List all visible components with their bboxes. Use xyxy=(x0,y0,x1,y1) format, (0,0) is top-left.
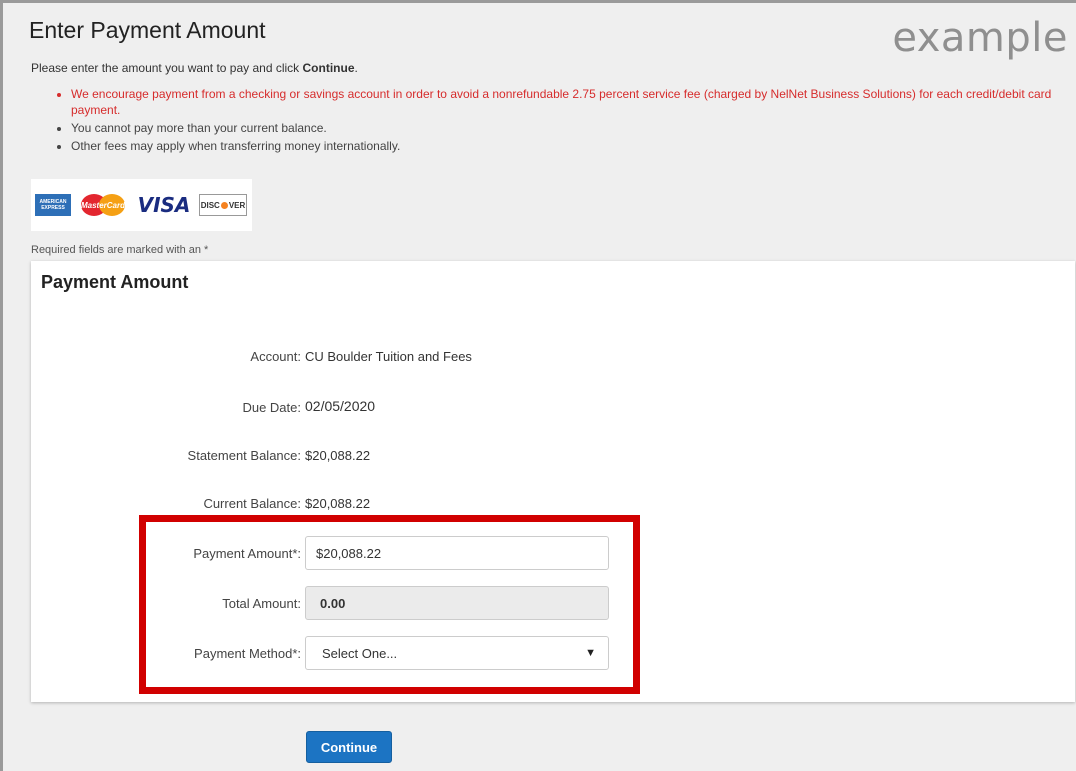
statement-balance-label: Statement Balance: xyxy=(187,448,301,463)
panel-heading: Payment Amount xyxy=(41,272,189,292)
payment-amount-panel: Payment Amount Account: CU Boulder Tuiti… xyxy=(31,261,1075,702)
account-value: CU Boulder Tuition and Fees xyxy=(305,349,472,364)
total-amount-row: Total Amount: 0.00 xyxy=(31,586,651,620)
continue-button[interactable]: Continue xyxy=(306,731,392,763)
payment-method-label: Payment Method*: xyxy=(194,646,301,661)
current-balance-label: Current Balance: xyxy=(203,496,301,511)
payment-method-selected: Select One... xyxy=(322,645,398,661)
dropdown-arrow-icon: ▼ xyxy=(585,647,596,659)
payment-amount-input[interactable] xyxy=(305,536,609,570)
discover-logo-post: VER xyxy=(228,200,246,210)
due-date-value: 02/05/2020 xyxy=(305,398,376,414)
instructions-prefix: Please enter the amount you want to pay … xyxy=(31,61,303,75)
mastercard-logo-text: MasterCard xyxy=(80,200,125,210)
balance-limit-note: You cannot pay more than your current ba… xyxy=(71,120,1061,136)
instructions-suffix: . xyxy=(354,61,358,75)
service-fee-note: We encourage payment from a checking or … xyxy=(71,86,1061,118)
instructions-bold: Continue xyxy=(302,61,355,75)
payment-notes-list: We encourage payment from a checking or … xyxy=(31,86,1061,156)
amex-logo-icon: AMERICAN EXPRESS xyxy=(35,194,71,216)
instructions-text: Please enter the amount you want to pay … xyxy=(31,61,358,75)
discover-logo-icon: DISC VER xyxy=(199,194,247,216)
payment-amount-label: Payment Amount*: xyxy=(193,546,301,561)
visa-logo-icon: VISA xyxy=(137,193,191,217)
payment-method-row: Payment Method*: Select One... ▼ xyxy=(31,636,651,670)
current-balance-row: Current Balance: $20,088.22 xyxy=(31,496,651,530)
payment-method-select[interactable]: Select One... ▼ xyxy=(305,636,609,670)
account-row: Account: CU Boulder Tuition and Fees xyxy=(31,349,651,383)
total-amount-label: Total Amount: xyxy=(222,596,301,611)
accepted-cards-logos: AMERICAN EXPRESS MasterCard VISA DISC VER xyxy=(31,179,252,231)
discover-logo-pre: DISC xyxy=(200,200,220,210)
account-label: Account: xyxy=(250,349,301,364)
statement-balance-value: $20,088.22 xyxy=(305,448,371,463)
current-balance-value: $20,088.22 xyxy=(305,496,371,511)
example-watermark: example xyxy=(892,15,1068,61)
payment-amount-row: Payment Amount*: xyxy=(31,536,651,570)
mastercard-logo-icon: MasterCard xyxy=(77,194,129,216)
page-frame: Enter Payment Amount example Please ente… xyxy=(0,0,1076,771)
amex-logo-line2: EXPRESS xyxy=(41,205,65,211)
total-amount-field: 0.00 xyxy=(305,586,609,620)
due-date-label: Due Date: xyxy=(242,400,301,415)
due-date-row: Due Date: 02/05/2020 xyxy=(31,398,651,432)
statement-balance-row: Statement Balance: $20,088.22 xyxy=(31,448,651,482)
required-fields-note: Required fields are marked with an * xyxy=(31,244,209,256)
international-fee-note: Other fees may apply when transferring m… xyxy=(71,138,1061,154)
page-title: Enter Payment Amount xyxy=(29,17,266,43)
